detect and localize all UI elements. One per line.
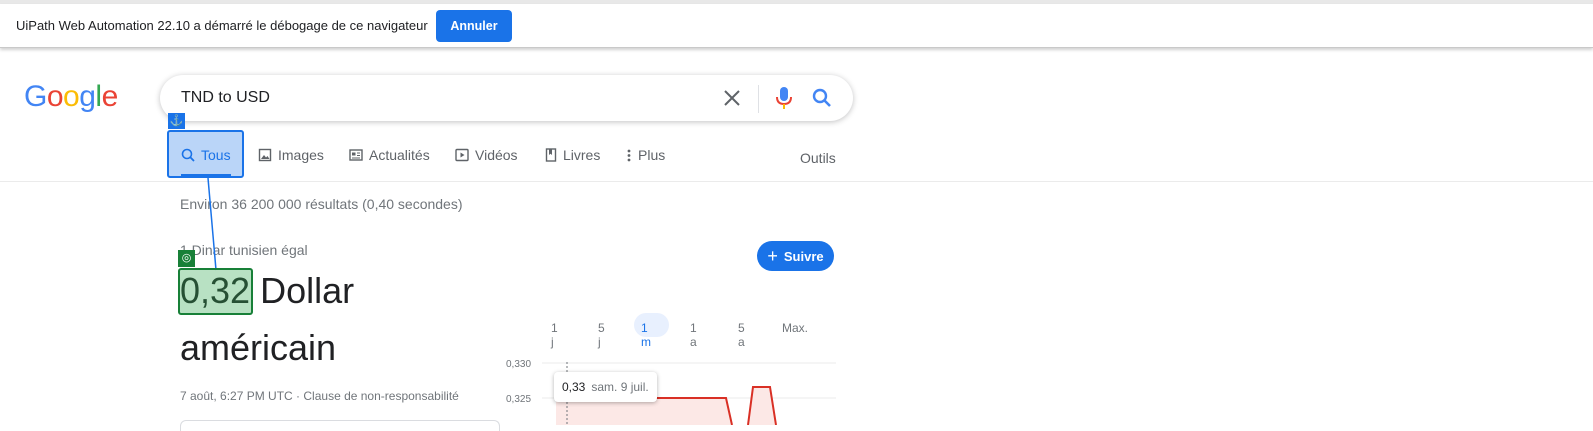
tab-more[interactable]: Plus (626, 146, 665, 176)
currency-timestamp: 7 août, 6:27 PM UTC (180, 389, 293, 403)
y-tick-label: 0,330 (506, 359, 531, 370)
range-tab-5y[interactable]: 5 a (738, 317, 745, 353)
close-icon[interactable] (720, 86, 744, 110)
range-tab-max[interactable]: Max. (782, 317, 808, 339)
more-vert-icon (627, 149, 631, 162)
separator: · (292, 389, 304, 403)
tab-news[interactable]: Actualités (349, 146, 430, 176)
anchor-icon: ⚓ (168, 113, 185, 129)
microphone-icon[interactable] (772, 85, 796, 111)
tab-label: Livres (563, 147, 601, 163)
currency-timestamp-line: 7 août, 6:27 PM UTC · Clause de non-resp… (180, 389, 459, 403)
range-tab-5d[interactable]: 5 j (598, 317, 605, 353)
tab-label: Plus (638, 147, 666, 163)
tab-label: Actualités (369, 147, 430, 163)
cancel-debug-button[interactable]: Annuler (436, 10, 512, 42)
tab-label: Vidéos (475, 147, 518, 163)
range-tab-1m[interactable]: 1 m (641, 317, 651, 353)
currency-unit-line2: américain (180, 327, 337, 368)
book-icon (545, 148, 557, 162)
video-icon (455, 148, 469, 162)
tooltip-value: 0,33 (562, 380, 586, 394)
tab-videos[interactable]: Vidéos (455, 146, 518, 176)
chart-tooltip: 0,33 sam. 9 juil. (554, 372, 657, 402)
uipath-target-highlight (178, 268, 253, 315)
disclaimer-link[interactable]: Clause de non-responsabilité (303, 389, 458, 403)
range-tab-1y[interactable]: 1 a (690, 317, 697, 353)
tooltip-date: sam. 9 juil. (591, 380, 649, 394)
tools-button[interactable]: Outils (800, 150, 836, 166)
plus-icon: + (767, 246, 778, 266)
search-divider (758, 85, 759, 113)
search-icon[interactable] (810, 86, 834, 110)
uipath-anchor-highlight (167, 130, 244, 178)
target-icon: ◎ (178, 250, 195, 267)
follow-label: Suivre (783, 248, 824, 264)
follow-button[interactable]: + Suivre (757, 241, 834, 271)
tab-books[interactable]: Livres (545, 146, 600, 176)
currency-converter-box[interactable] (180, 420, 500, 431)
news-icon (349, 149, 363, 161)
range-tab-1d[interactable]: 1 j (551, 317, 558, 353)
range-active-highlight (634, 313, 669, 337)
anchor-target-connector (207, 177, 217, 271)
y-tick-label: 0,325 (506, 394, 531, 405)
